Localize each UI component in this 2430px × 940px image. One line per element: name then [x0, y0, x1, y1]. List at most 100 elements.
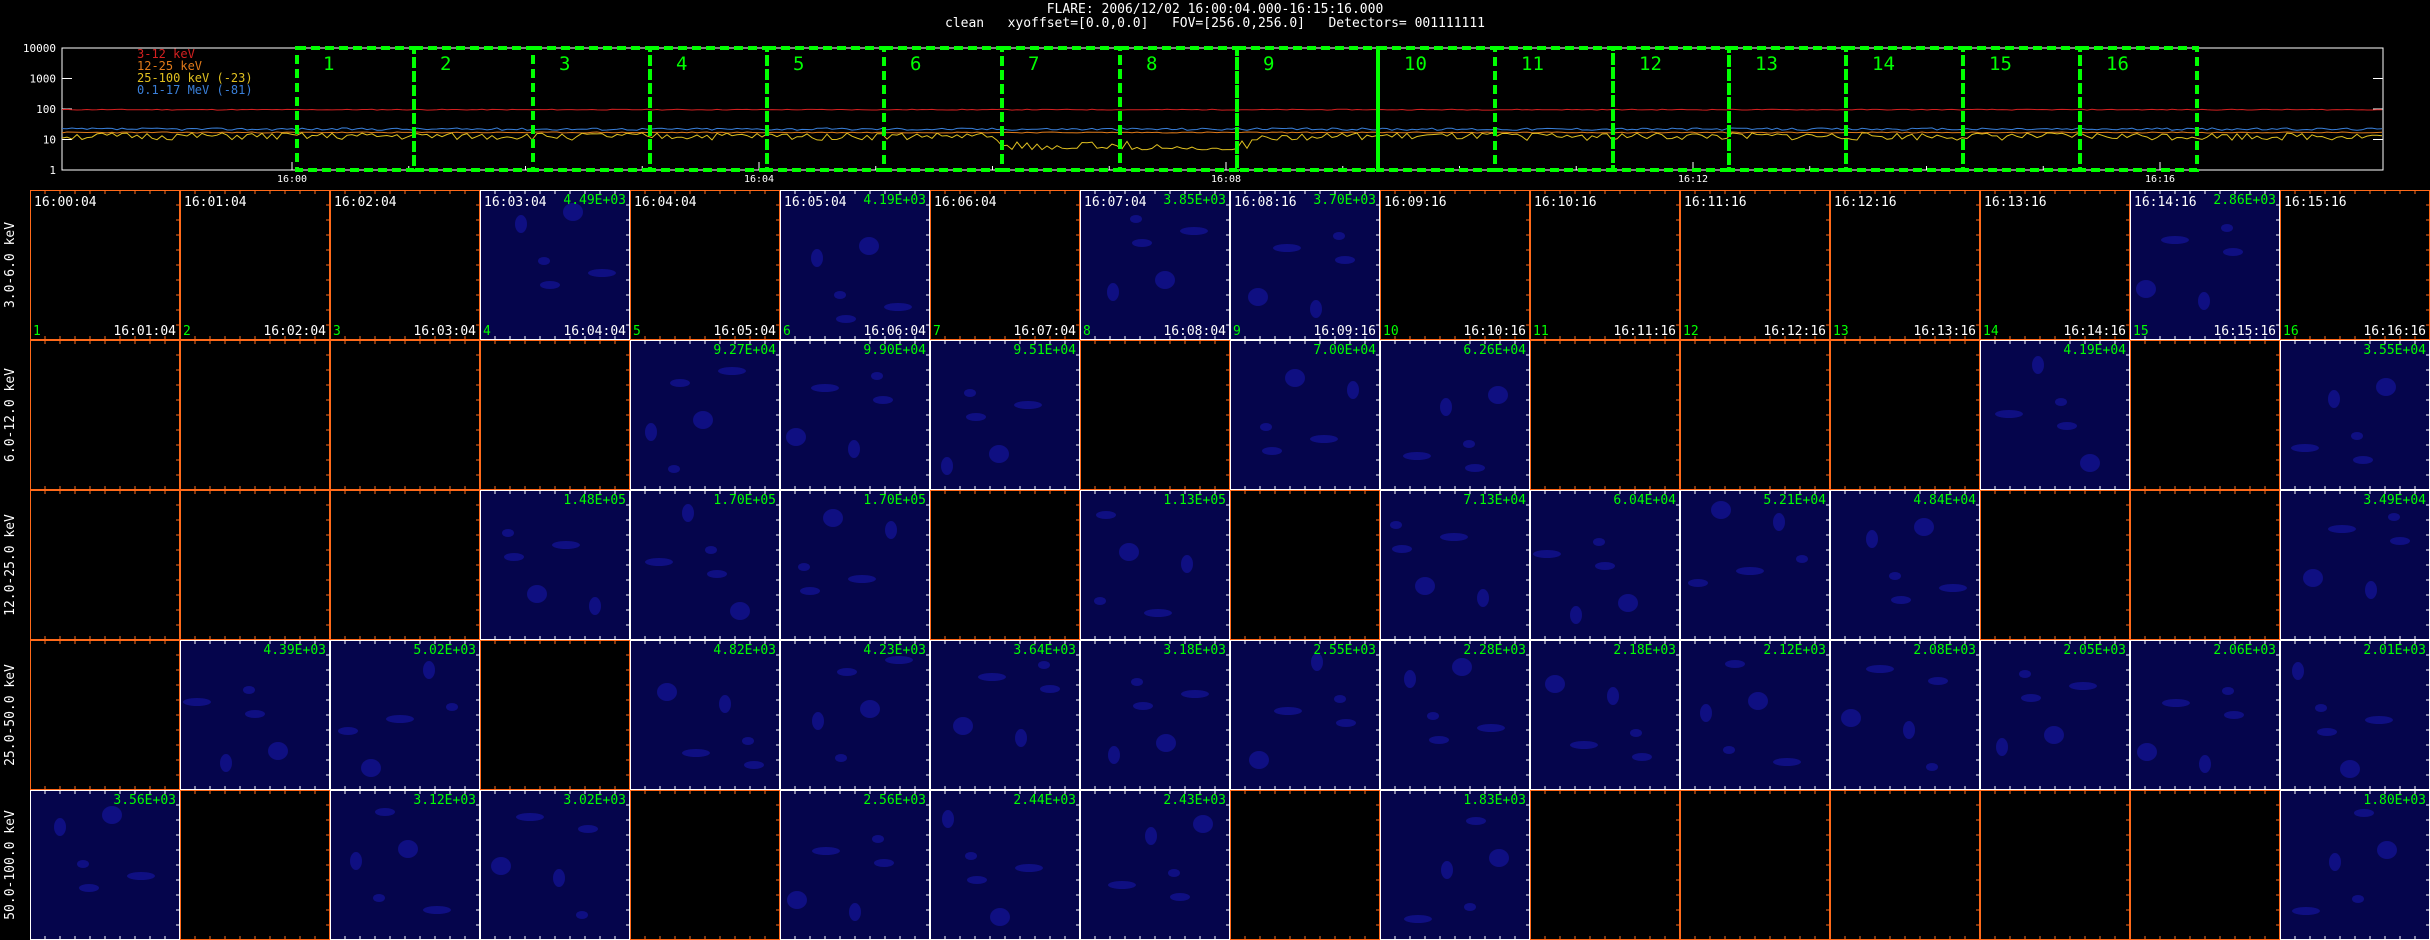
image-feature	[834, 291, 846, 299]
image-feature	[1632, 753, 1652, 761]
image-panel	[1380, 190, 1530, 340]
image-panel	[330, 340, 480, 490]
image-feature	[682, 504, 694, 522]
image-feature	[787, 891, 807, 909]
image-panel	[480, 640, 630, 790]
panel-max-value: 2.86E+03	[2213, 193, 2276, 208]
image-feature	[54, 818, 66, 836]
image-feature	[1180, 227, 1208, 235]
image-feature	[423, 661, 435, 679]
image-feature	[1262, 447, 1282, 455]
image-feature	[1107, 283, 1119, 301]
image-panel	[30, 490, 180, 640]
image-feature	[589, 597, 601, 615]
image-feature	[1928, 677, 1948, 685]
image-feature	[1725, 660, 1745, 668]
image-feature	[1688, 579, 1708, 587]
image-feature	[504, 553, 524, 561]
image-panel	[1230, 790, 1380, 940]
image-feature	[812, 712, 824, 730]
panel-start-time: 16:15:16	[2284, 195, 2347, 210]
image-feature	[2057, 422, 2077, 430]
panel-start-time: 16:10:16	[1534, 195, 1597, 210]
image-panel	[480, 490, 630, 640]
image-panel	[1680, 790, 1830, 940]
panel-max-value: 2.08E+03	[1913, 643, 1976, 658]
image-feature	[2317, 728, 2337, 736]
image-feature	[1144, 609, 1172, 617]
image-feature	[966, 413, 986, 421]
image-feature	[730, 602, 750, 620]
panel-max-value: 3.12E+03	[413, 793, 476, 808]
image-feature	[127, 872, 155, 880]
image-feature	[2136, 280, 2156, 298]
image-feature	[2199, 755, 2211, 773]
image-panel	[2280, 340, 2430, 490]
image-feature	[798, 563, 810, 571]
image-feature	[1285, 369, 1305, 387]
panel-max-value: 1.70E+05	[713, 493, 776, 508]
panel-index: 11	[1533, 324, 1549, 339]
image-feature	[990, 908, 1010, 926]
image-feature	[2388, 513, 2400, 521]
image-feature	[1440, 533, 1468, 541]
image-feature	[446, 703, 458, 711]
image-panel	[330, 640, 480, 790]
panel-end-time: 16:09:16	[1313, 324, 1376, 339]
image-feature	[1333, 232, 1345, 240]
image-feature	[941, 457, 953, 475]
image-feature	[1595, 562, 1615, 570]
panel-index: 14	[1983, 324, 1999, 339]
image-feature	[1466, 817, 1486, 825]
image-panel	[2130, 790, 2280, 940]
panel-index: 15	[2133, 324, 2149, 339]
image-feature	[2376, 378, 2396, 396]
row-label: 6.0-12.0 keV	[3, 368, 18, 462]
image-panel	[630, 790, 780, 940]
image-feature	[1700, 704, 1712, 722]
panel-max-value: 3.49E+04	[2363, 493, 2426, 508]
image-feature	[578, 825, 598, 833]
image-feature	[872, 835, 884, 843]
image-feature	[2352, 895, 2364, 903]
image-feature	[718, 367, 746, 375]
image-panel	[30, 190, 180, 340]
panel-end-time: 16:13:16	[1913, 324, 1976, 339]
image-feature	[183, 698, 211, 706]
panel-end-time: 16:10:16	[1463, 324, 1526, 339]
image-feature	[1570, 606, 1582, 624]
panel-max-value: 4.39E+03	[263, 643, 326, 658]
image-feature	[1335, 256, 1355, 264]
image-panel	[1230, 490, 1380, 640]
panel-max-value: 3.55E+04	[2363, 343, 2426, 358]
image-feature	[538, 257, 550, 265]
image-feature	[1170, 893, 1190, 901]
image-feature	[2137, 743, 2157, 761]
image-feature	[220, 754, 232, 772]
panel-max-value: 1.13E+05	[1163, 493, 1226, 508]
image-panel	[1380, 490, 1530, 640]
panel-index: 9	[1233, 324, 1241, 339]
image-feature	[2069, 682, 2097, 690]
row-label: 25.0-50.0 keV	[3, 664, 18, 766]
image-feature	[742, 737, 754, 745]
image-feature	[386, 715, 414, 723]
image-feature	[1334, 695, 1346, 703]
image-feature	[942, 810, 954, 828]
image-feature	[1155, 271, 1175, 289]
panel-max-value: 2.55E+03	[1313, 643, 1376, 658]
image-feature	[1723, 746, 1735, 754]
panel-max-value: 2.01E+03	[2363, 643, 2426, 658]
image-feature	[860, 700, 880, 718]
image-feature	[964, 389, 976, 397]
panel-index: 3	[333, 324, 341, 339]
panel-index: 8	[1083, 324, 1091, 339]
image-panel	[1980, 640, 2130, 790]
image-feature	[1441, 861, 1453, 879]
image-feature	[77, 860, 89, 868]
image-feature	[268, 742, 288, 760]
panel-end-time: 16:16:16	[2363, 324, 2426, 339]
image-feature	[1015, 864, 1043, 872]
image-feature	[1630, 729, 1642, 737]
panel-start-time: 16:02:04	[334, 195, 397, 210]
